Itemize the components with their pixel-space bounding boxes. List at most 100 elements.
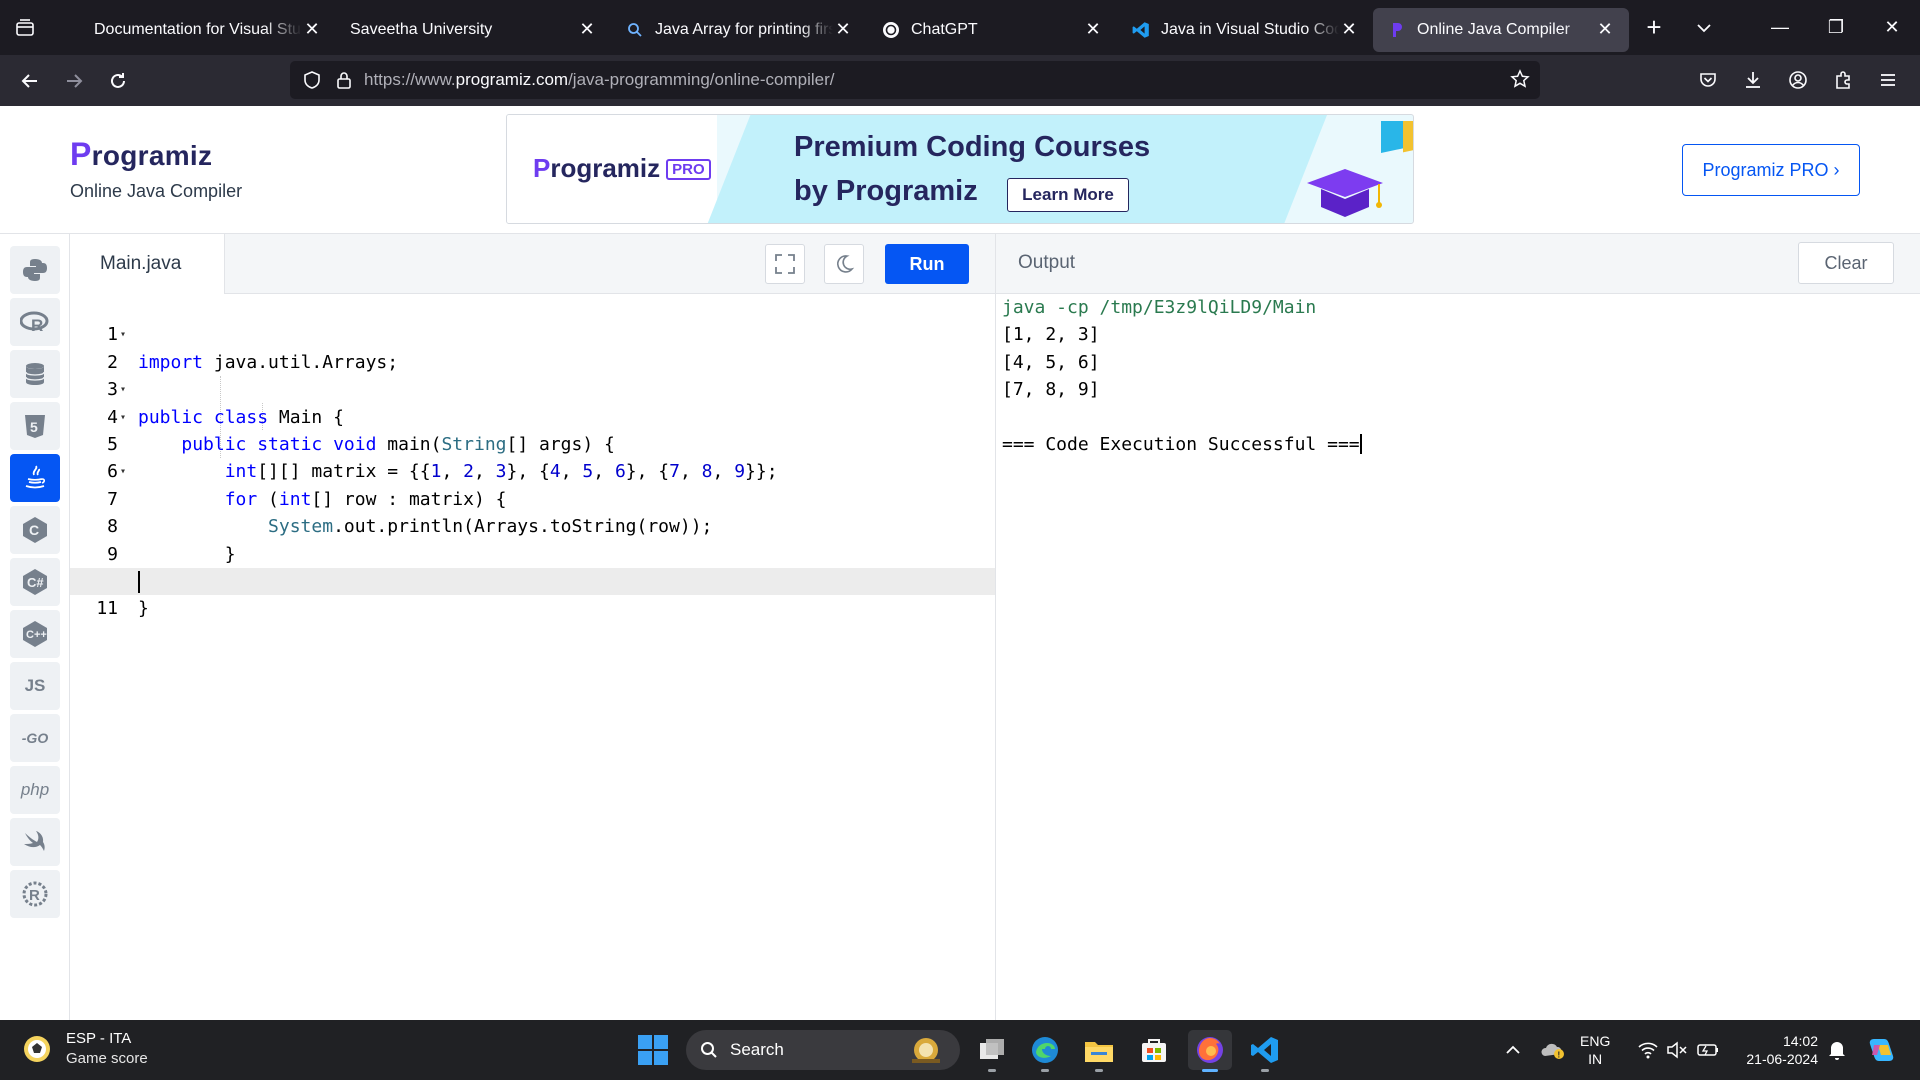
js-icon[interactable]: JS bbox=[10, 662, 60, 710]
sql-icon[interactable] bbox=[10, 350, 60, 398]
tracking-protection-shield-icon[interactable] bbox=[300, 70, 324, 90]
php-icon[interactable]: php bbox=[10, 766, 60, 814]
downloads-icon[interactable] bbox=[1730, 61, 1775, 99]
browser-tab[interactable]: ChatGPT ✕ bbox=[867, 8, 1117, 52]
code-line[interactable]: 1 ▾ import java.util.Arrays; bbox=[70, 294, 995, 372]
output-console[interactable]: java -cp /tmp/E3z9lQiLD9/Main [1, 2, 3] … bbox=[995, 294, 1920, 1020]
code-line-text: } bbox=[138, 598, 149, 620]
vscode-icon[interactable] bbox=[1243, 1030, 1287, 1072]
promo-banner[interactable]: Programiz PRO Premium Coding Courses by P… bbox=[506, 114, 1414, 224]
task-view-icon[interactable] bbox=[970, 1030, 1014, 1072]
close-tab-icon[interactable]: ✕ bbox=[1083, 19, 1103, 40]
speaker-muted-icon[interactable] bbox=[1663, 1030, 1691, 1070]
extensions-icon[interactable] bbox=[1820, 61, 1865, 99]
browser-tab[interactable]: Java Array for printing first half✕ bbox=[611, 8, 867, 52]
tab-title: Online Java Compiler bbox=[1417, 20, 1570, 38]
account-icon[interactable] bbox=[1775, 61, 1820, 99]
c-icon[interactable]: C bbox=[10, 506, 60, 554]
clear-button[interactable]: Clear bbox=[1798, 242, 1894, 284]
new-tab-button[interactable]: + bbox=[1629, 12, 1679, 43]
copilot-icon[interactable] bbox=[1862, 1030, 1900, 1070]
pocket-icon[interactable] bbox=[1685, 61, 1730, 99]
browser-tab[interactable]: Documentation for Visual Studio Code✕ bbox=[80, 8, 336, 52]
close-tab-icon[interactable]: ✕ bbox=[833, 19, 853, 40]
code-line[interactable]: 8 } bbox=[70, 486, 995, 564]
code-line[interactable]: 5 int[][] matrix = {{1, 2, 3}, {4, 5, 6}… bbox=[70, 404, 995, 482]
input-language-indicator[interactable]: ENG IN bbox=[1580, 1032, 1610, 1068]
tab-overflow-button[interactable] bbox=[1679, 23, 1729, 33]
wifi-icon[interactable] bbox=[1633, 1030, 1663, 1070]
browser-nav-bar: https://www.programiz.com/java-programmi… bbox=[0, 55, 1920, 106]
microsoft-store-icon[interactable] bbox=[1132, 1030, 1176, 1070]
r-icon[interactable]: R bbox=[10, 298, 60, 346]
back-button[interactable] bbox=[8, 61, 52, 101]
onedrive-warning-icon[interactable]: ! bbox=[1538, 1030, 1568, 1070]
url-text[interactable]: https://www.programiz.com/java-programmi… bbox=[364, 70, 835, 90]
site-header: Programiz Online Java Compiler Programiz… bbox=[0, 106, 1920, 234]
widget-subtitle: Game score bbox=[66, 1050, 148, 1067]
code-line[interactable]: 10 } bbox=[70, 541, 995, 619]
address-bar[interactable]: https://www.programiz.com/java-programmi… bbox=[290, 61, 1540, 99]
swift-icon[interactable] bbox=[10, 818, 60, 866]
close-tab-icon[interactable]: ✕ bbox=[302, 19, 322, 40]
output-title: Output bbox=[1018, 252, 1076, 273]
rust-icon[interactable]: R bbox=[10, 870, 60, 918]
browser-tab[interactable]: Online Java Compiler ✕ bbox=[1373, 7, 1629, 52]
forward-button[interactable] bbox=[52, 61, 96, 101]
browser-tab-strip: Documentation for Visual Studio Code✕Sav… bbox=[0, 0, 1920, 55]
dark-mode-moon-icon[interactable] bbox=[824, 244, 864, 284]
line-number: 11 bbox=[96, 598, 118, 620]
code-line[interactable]: 9 } bbox=[70, 513, 995, 592]
file-tab-main-java[interactable]: Main.java bbox=[70, 234, 225, 294]
close-tab-icon[interactable]: ✕ bbox=[1339, 19, 1359, 40]
programiz-pro-button[interactable]: Programiz PRO › bbox=[1682, 144, 1860, 196]
programiz-logo[interactable]: Programiz bbox=[70, 136, 212, 173]
cpp-icon[interactable]: C++ bbox=[10, 610, 60, 658]
editor-toolbar: Main.java Run bbox=[70, 234, 995, 294]
code-line-current[interactable]: 11 bbox=[70, 568, 995, 619]
notifications-bell-icon[interactable] bbox=[1822, 1030, 1852, 1070]
fullscreen-icon[interactable] bbox=[765, 244, 805, 284]
firefox-icon[interactable] bbox=[1188, 1030, 1232, 1072]
tab-title: ChatGPT bbox=[911, 20, 978, 38]
bookmark-star-icon[interactable] bbox=[1510, 69, 1530, 94]
run-button[interactable]: Run bbox=[885, 244, 969, 284]
restore-window-button[interactable]: ❐ bbox=[1808, 0, 1864, 55]
code-line[interactable]: 6 ▾ for (int[] row : matrix) { bbox=[70, 431, 995, 509]
browser-tab[interactable]: Java in Visual Studio Code ✕ bbox=[1117, 8, 1373, 52]
browser-tab[interactable]: Saveetha University ✕ bbox=[336, 8, 611, 52]
banner-headline: Premium Coding Courses bbox=[794, 131, 1151, 163]
csharp-icon[interactable]: C# bbox=[10, 558, 60, 606]
close-window-button[interactable]: ✕ bbox=[1864, 0, 1920, 55]
search-favicon-icon bbox=[625, 20, 645, 40]
tab-title: Java Array for printing first half bbox=[655, 20, 833, 38]
show-hidden-icons-chevron-icon[interactable] bbox=[1500, 1030, 1526, 1070]
go-icon[interactable]: -GO bbox=[10, 714, 60, 762]
java-icon[interactable] bbox=[10, 454, 60, 502]
code-editor[interactable]: 1 ▾ import java.util.Arrays; 2 3 ▾ public … bbox=[70, 294, 995, 1020]
svg-text:C: C bbox=[29, 522, 39, 538]
output-status-line: === Code Execution Successful === bbox=[1002, 433, 1362, 455]
close-tab-icon[interactable]: ✕ bbox=[1595, 19, 1615, 40]
close-tab-icon[interactable]: ✕ bbox=[577, 19, 597, 40]
system-clock[interactable]: 14:02 21-06-2024 bbox=[1732, 1032, 1818, 1068]
lock-icon[interactable] bbox=[332, 71, 356, 89]
learn-more-button[interactable]: Learn More bbox=[1007, 178, 1129, 212]
output-command-line: java -cp /tmp/E3z9lQiLD9/Main bbox=[1002, 297, 1317, 318]
list-all-tabs-button[interactable] bbox=[0, 0, 50, 55]
code-line[interactable]: 2 bbox=[70, 321, 995, 373]
code-line[interactable]: 3 ▾ public class Main { bbox=[70, 349, 995, 427]
taskbar-search-box[interactable]: Search bbox=[686, 1030, 960, 1070]
file-explorer-icon[interactable] bbox=[1077, 1030, 1121, 1072]
sports-widget[interactable]: ESP - ITA Game score bbox=[22, 1029, 148, 1069]
code-line[interactable]: 7 System.out.println(Arrays.toString(row… bbox=[70, 458, 995, 537]
python-icon[interactable] bbox=[10, 246, 60, 294]
app-menu-icon[interactable] bbox=[1865, 61, 1910, 99]
html5-icon[interactable]: 5 bbox=[10, 402, 60, 450]
reload-button[interactable] bbox=[96, 61, 140, 101]
windows-start-icon[interactable] bbox=[637, 1034, 669, 1071]
edge-browser-icon[interactable] bbox=[1023, 1030, 1067, 1072]
minimize-window-button[interactable]: — bbox=[1752, 0, 1808, 55]
battery-icon[interactable] bbox=[1693, 1030, 1723, 1070]
code-line[interactable]: 4 ▾ public static void main(String[] args… bbox=[70, 376, 995, 455]
